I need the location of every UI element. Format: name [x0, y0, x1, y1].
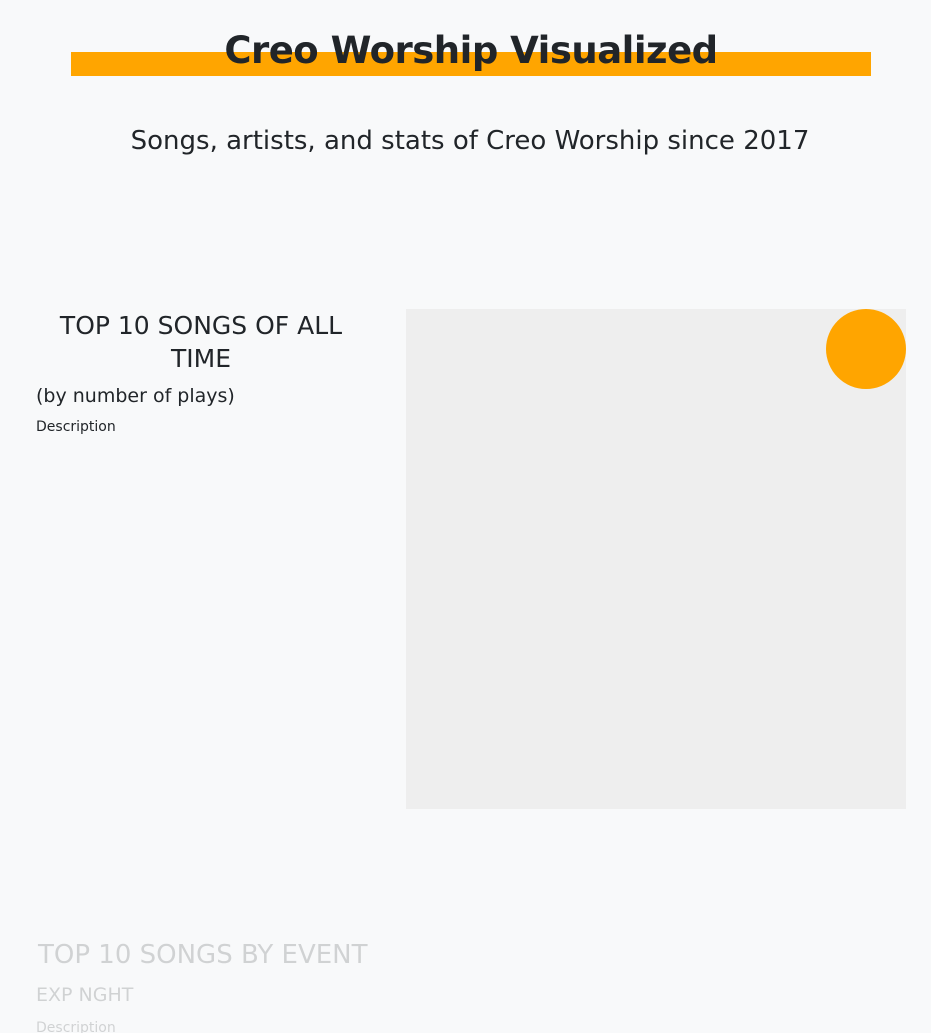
chart-bubble[interactable] — [826, 309, 906, 389]
top-songs-by-event-section: TOP 10 SONGS BY EVENT EXP NGHT Descripti… — [36, 938, 416, 1033]
chart-area — [406, 309, 906, 809]
section-subheading: (by number of plays) — [36, 385, 235, 407]
section-description: Description — [36, 419, 116, 435]
page-title: Creo Worship Visualized — [224, 29, 718, 72]
title-block: Creo Worship Visualized — [71, 28, 871, 76]
page: Creo Worship Visualized Songs, artists, … — [0, 0, 931, 1033]
section-heading: TOP 10 SONGS OF ALL TIME — [59, 311, 343, 373]
page-subtitle: Songs, artists, and stats of Creo Worshi… — [130, 126, 810, 156]
event-name: EXP NGHT — [36, 984, 134, 1006]
top-songs-all-time-section: TOP 10 SONGS OF ALL TIME (by number of p… — [36, 309, 366, 437]
section-description: Description — [36, 1020, 116, 1033]
section-heading: TOP 10 SONGS BY EVENT — [38, 940, 368, 970]
